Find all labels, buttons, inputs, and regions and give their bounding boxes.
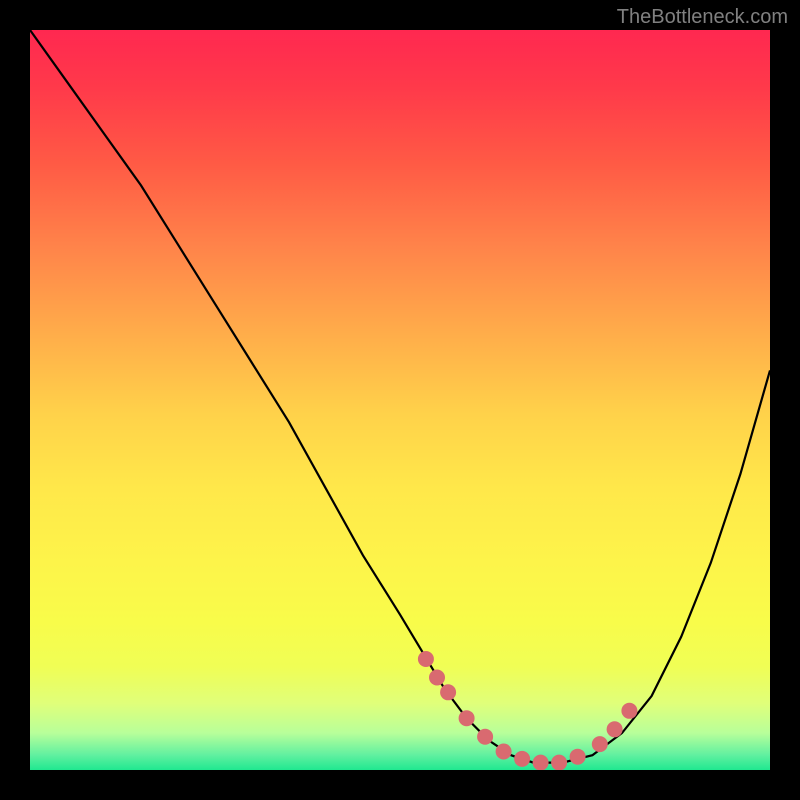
- highlight-dots: [418, 651, 638, 770]
- highlight-dot: [607, 721, 623, 737]
- chart-svg: [30, 30, 770, 770]
- highlight-dot: [440, 684, 456, 700]
- highlight-dot: [551, 755, 567, 770]
- highlight-dot: [418, 651, 434, 667]
- highlight-dot: [429, 670, 445, 686]
- highlight-dot: [533, 755, 549, 770]
- highlight-dot: [621, 703, 637, 719]
- highlight-dot: [477, 729, 493, 745]
- bottleneck-curve: [30, 30, 770, 763]
- highlight-dot: [496, 744, 512, 760]
- highlight-dot: [570, 749, 586, 765]
- highlight-dot: [514, 751, 530, 767]
- watermark-text: TheBottleneck.com: [617, 6, 788, 29]
- highlight-dot: [592, 736, 608, 752]
- chart-plot-area: [30, 30, 770, 770]
- highlight-dot: [459, 710, 475, 726]
